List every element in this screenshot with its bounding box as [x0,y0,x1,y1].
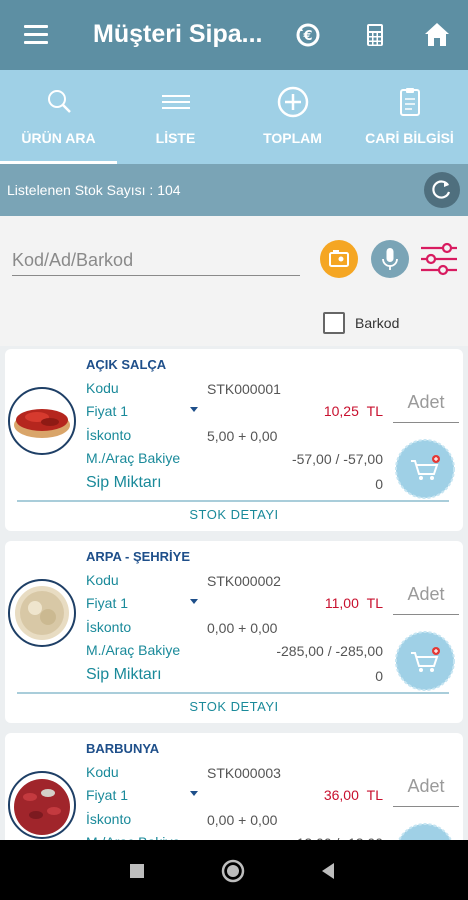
card-divider [17,500,449,502]
stock-detail-button[interactable]: STOK DETAYI [5,699,463,714]
product-price: 10,25 TL [323,403,383,419]
product-image [8,771,76,839]
sliders-icon [421,242,457,276]
tab-liste[interactable]: LİSTE [117,70,234,164]
product-image [8,387,76,455]
tab-label: CARİ BİLGİSİ [365,130,454,146]
clipboard-icon [394,86,426,118]
product-card: AÇIK SALÇA Kodu STK000001 Fiyat 1 10,25 … [5,349,463,531]
tab-toplam[interactable]: TOPLAM [234,70,351,164]
price-type-label[interactable]: Fiyat 1 [86,403,128,419]
balance-label: M./Araç Bakiye [86,450,181,466]
order-qty-label: Sip Miktarı [86,474,162,491]
product-balance: -285,00 / -285,00 [276,643,383,659]
product-price: 11,00 TL [324,595,383,611]
balance-label: M./Araç Bakiye [86,642,181,658]
product-discount: 0,00 + 0,00 [207,620,278,636]
microphone-icon [382,248,398,270]
page-title: Müşteri Sipa... [93,20,263,48]
search-icon [43,86,75,118]
product-name: AÇIK SALÇA [86,357,167,372]
search-area: Barkod [0,216,468,346]
quantity-input[interactable] [393,383,459,423]
refresh-button[interactable] [424,172,460,208]
back-button[interactable] [316,858,342,884]
tab-bar: ÜRÜN ARA LİSTE TOPLAM CARİ BİLGİSİ [0,70,468,164]
quantity-input[interactable] [393,767,459,807]
price-type-label[interactable]: Fiyat 1 [86,595,128,611]
product-balance: -57,00 / -57,00 [291,451,383,467]
calculator-icon[interactable] [358,18,392,52]
refresh-icon [432,180,451,199]
order-qty-label: Sip Miktarı [86,666,162,683]
card-divider [17,692,449,694]
back-triangle-icon [322,863,334,879]
quantity-input[interactable] [393,575,459,615]
tab-label: ÜRÜN ARA [21,130,96,146]
add-to-cart-button[interactable] [394,630,456,692]
code-label: Kodu [86,380,119,396]
stock-count-bar: Listelenen Stok Sayısı : 104 [0,164,468,216]
tab-label: LİSTE [155,130,196,146]
camera-icon [329,250,349,267]
discount-label: İskonto [86,811,132,827]
stock-detail-button[interactable]: STOK DETAYI [5,507,463,522]
search-input[interactable] [12,246,300,276]
discount-label: İskonto [86,427,132,443]
product-card: ARPA - ŞEHRİYE Kodu STK000002 Fiyat 1 11… [5,541,463,723]
cart-icon [395,631,455,691]
square-icon [130,864,144,878]
sync-icon[interactable]: € [291,18,325,52]
tab-cari-bilgisi[interactable]: CARİ BİLGİSİ [351,70,468,164]
barcode-label: Barkod [355,315,400,331]
code-label: Kodu [86,764,119,780]
system-navigation-bar [0,840,468,900]
circle-icon [221,859,245,883]
product-code: STK000002 [207,573,281,589]
product-image [8,579,76,647]
voice-search-button[interactable] [371,240,409,278]
home-nav-button[interactable] [220,858,246,884]
code-label: Kodu [86,572,119,588]
app-bar: Müşteri Sipa... € [0,0,468,70]
cart-icon [395,439,455,499]
filter-settings-button[interactable] [419,240,459,278]
product-discount: 0,00 + 0,00 [207,812,278,828]
price-type-dropdown-icon[interactable] [190,791,198,796]
svg-text:€: € [302,29,312,44]
product-code: STK000003 [207,765,281,781]
plus-circle-icon [277,86,309,118]
tab-urun-ara[interactable]: ÜRÜN ARA [0,70,117,164]
product-discount: 5,00 + 0,00 [207,428,278,444]
product-name: BARBUNYA [86,741,160,756]
menu-icon[interactable] [22,22,52,48]
camera-scan-button[interactable] [320,240,358,278]
home-icon[interactable] [420,18,454,52]
stock-count-text: Listelenen Stok Sayısı : 104 [7,182,181,198]
order-qty-value: 0 [375,476,383,492]
barcode-checkbox[interactable] [323,312,345,334]
tab-label: TOPLAM [263,130,322,146]
product-price: 36,00 TL [323,787,383,803]
order-qty-value: 0 [375,668,383,684]
price-type-label[interactable]: Fiyat 1 [86,787,128,803]
add-to-cart-button[interactable] [394,438,456,500]
recents-button[interactable] [124,858,150,884]
discount-label: İskonto [86,619,132,635]
price-type-dropdown-icon[interactable] [190,407,198,412]
product-name: ARPA - ŞEHRİYE [86,549,191,564]
list-icon [160,86,192,118]
product-code: STK000001 [207,381,281,397]
price-type-dropdown-icon[interactable] [190,599,198,604]
